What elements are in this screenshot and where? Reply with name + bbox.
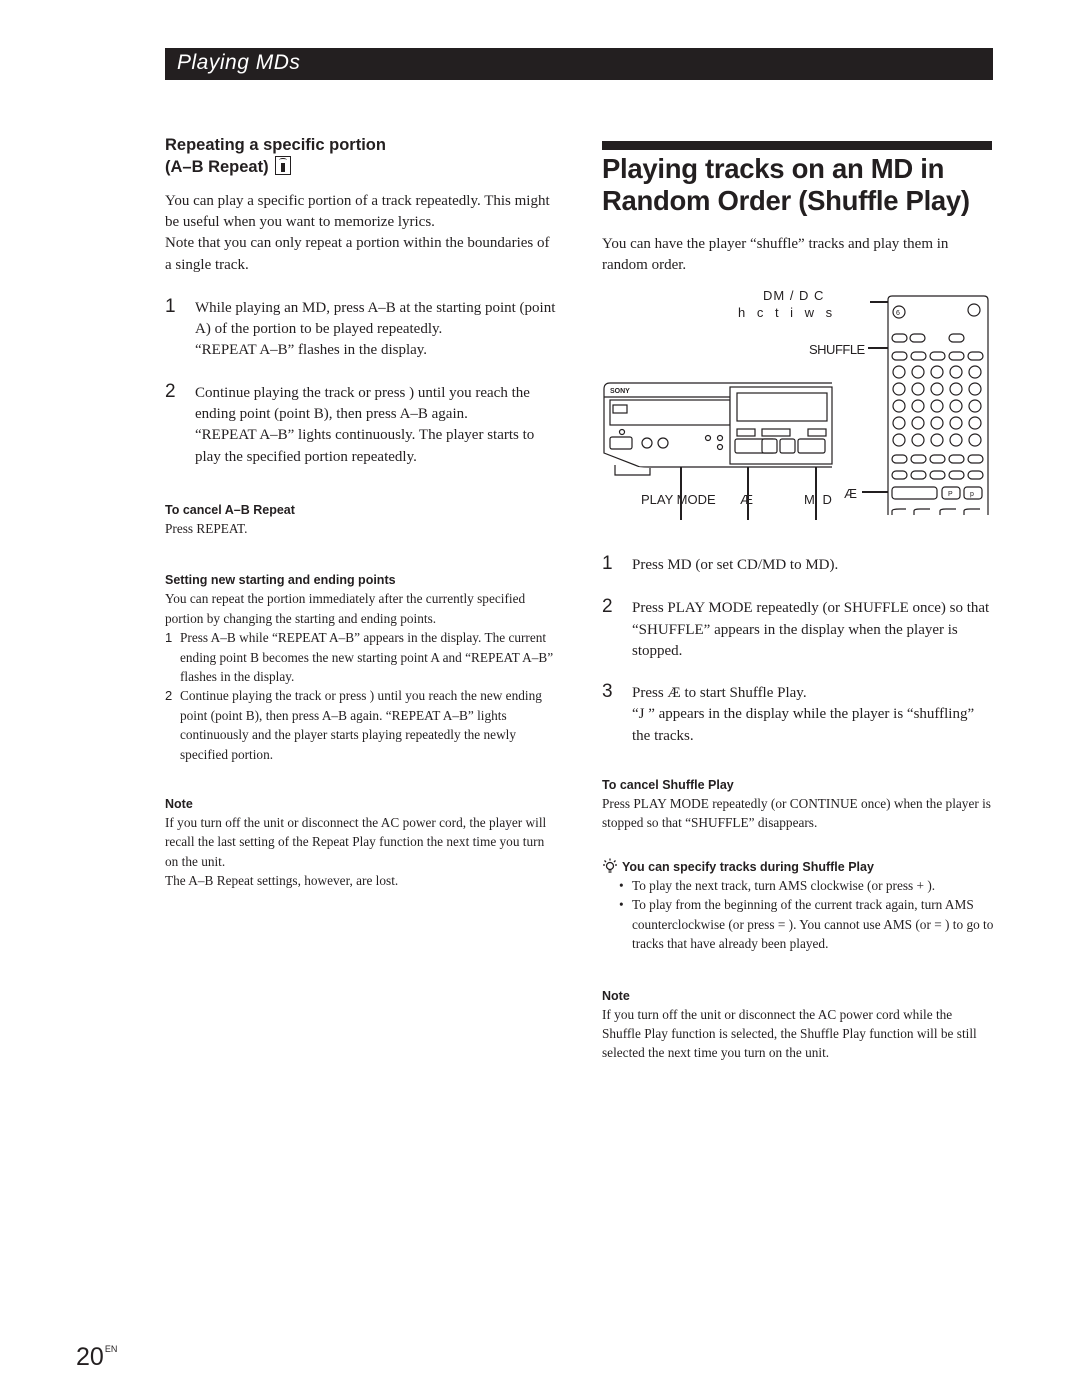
step-number: 1	[602, 553, 613, 574]
remote-control	[887, 295, 989, 515]
page-number: 20EN	[76, 1343, 117, 1372]
tip-title: You can specify tracks during Shuffle Pl…	[602, 858, 994, 876]
intro-note-paragraph: Note that you can only repeat a portion …	[165, 235, 550, 273]
step-text: Press Æ to start Shuffle Play.	[632, 685, 807, 702]
step-number: 3	[602, 681, 613, 703]
cdmd-switch-label: DM / D C	[763, 288, 824, 303]
sub-step-item: 1 Press A–B while “REPEAT A–B” appears i…	[165, 628, 557, 686]
remote-p-small-button: p	[970, 491, 974, 498]
cancel-shuffle-title: To cancel Shuffle Play	[602, 778, 734, 793]
bullet-dot: •	[619, 877, 624, 893]
intro-paragraph: You can play a specific portion of a tra…	[165, 193, 550, 231]
shuffle-title-line2: Random Order (Shuffle Play)	[602, 185, 970, 216]
remote-play-label: Æ	[844, 486, 857, 501]
remote-p-button: P	[948, 491, 953, 498]
shuffle-intro: You can have the player “shuffle” tracks…	[602, 236, 949, 274]
section-header-bar: Playing MDs	[165, 48, 993, 80]
step-item: 3 Press Æ to start Shuffle Play. “J ” ap…	[602, 681, 994, 747]
shuffle-note-text: If you turn off the unit or disconnect t…	[602, 1006, 977, 1061]
step-item: 1 While playing an MD, press A–B at the …	[165, 295, 557, 362]
step-number: 1	[165, 295, 176, 317]
lightbulb-icon	[603, 858, 617, 873]
step-text: Continue playing the track or press ) un…	[195, 384, 530, 422]
page-number-value: 20	[76, 1343, 104, 1371]
note-title: Note	[165, 796, 193, 811]
step-number: 2	[165, 380, 176, 402]
shuffle-label: SHUFFLE	[809, 342, 866, 357]
sub-step-number: 1	[165, 630, 173, 646]
step-result: “REPEAT A–B” lights continuously. The pl…	[195, 427, 535, 465]
play-button-label: Æ	[740, 492, 753, 507]
tip-bullet: • To play the next track, turn AMS clock…	[602, 876, 994, 895]
step-text: Press MD (or set CD/MD to MD).	[632, 557, 839, 573]
step-item: 2 Continue playing the track or press ) …	[165, 380, 557, 468]
step-item: 1 Press MD (or set CD/MD to MD).	[602, 553, 994, 576]
tip-bullet: • To play from the beginning of the curr…	[602, 895, 994, 953]
sony-brand-logo: SONY	[610, 388, 630, 395]
tip-bullet-text: To play the next track, turn AMS clockwi…	[632, 877, 936, 893]
sub-step-item: 2 Continue playing the track or press ) …	[165, 686, 557, 764]
tip-title-text: You can specify tracks during Shuffle Pl…	[622, 859, 874, 874]
section-rule	[602, 141, 992, 150]
player-and-remote-diagram: DM / D C h c t i w s SHUFFLE PLAY MODE Æ…	[603, 288, 989, 520]
cdmd-switch-label-2: h c t i w s	[738, 305, 836, 320]
shuffle-note-title: Note	[602, 988, 630, 1003]
remote-button-6: 6	[896, 310, 900, 317]
step-text: While playing an MD, press A–B at the st…	[195, 299, 556, 338]
bullet-dot: •	[619, 897, 624, 913]
section-title: Playing MDs	[177, 51, 301, 74]
cancel-shuffle-text: Press PLAY MODE repeatedly (or CONTINUE …	[602, 796, 991, 831]
ab-repeat-heading: Repeating a specific portion (A–B Repeat…	[165, 135, 557, 178]
step-item: 2 Press PLAY MODE repeatedly (or SHUFFLE…	[602, 596, 994, 662]
cancel-ab-title: To cancel A–B Repeat	[165, 502, 295, 517]
setting-points-text: You can repeat the portion immediately a…	[165, 591, 526, 626]
setting-points-title: Setting new starting and ending points	[165, 573, 396, 588]
sub-step-text: Continue playing the track or press ) un…	[180, 688, 542, 762]
step-result: “REPEAT A–B” flashes in the display.	[195, 342, 428, 359]
play-mode-label: PLAY MODE	[641, 492, 716, 507]
ab-repeat-heading-line1: Repeating a specific portion	[165, 136, 386, 154]
note-text: If you turn off the unit or disconnect t…	[165, 814, 547, 869]
sub-step-text: Press A–B while “REPEAT A–B” appears in …	[180, 630, 554, 684]
left-column: Repeating a specific portion (A–B Repeat…	[165, 135, 557, 891]
ab-repeat-heading-line2: (A–B Repeat)	[165, 158, 269, 176]
remote-control-icon	[274, 156, 291, 175]
md-button-label: M D	[804, 492, 834, 507]
shuffle-play-title: Playing tracks on an MD in Random Order …	[602, 153, 970, 217]
page-language-suffix: EN	[104, 1344, 118, 1354]
shuffle-title-line1: Playing tracks on an MD in	[602, 153, 945, 184]
shuffle-steps: 1 Press MD (or set CD/MD to MD). 2 Press…	[602, 553, 994, 1063]
step-result: “J ” appears in the display while the pl…	[632, 706, 975, 744]
cancel-ab-text: Press REPEAT.	[165, 520, 248, 536]
sub-step-number: 2	[165, 688, 173, 704]
step-number: 2	[602, 596, 613, 618]
tip-bullet-text: To play from the beginning of the curren…	[632, 897, 994, 952]
player-front-panel	[603, 382, 833, 476]
step-text: Press PLAY MODE repeatedly (or SHUFFLE o…	[632, 600, 990, 659]
note-text: The A–B Repeat settings, however, are lo…	[165, 873, 399, 889]
